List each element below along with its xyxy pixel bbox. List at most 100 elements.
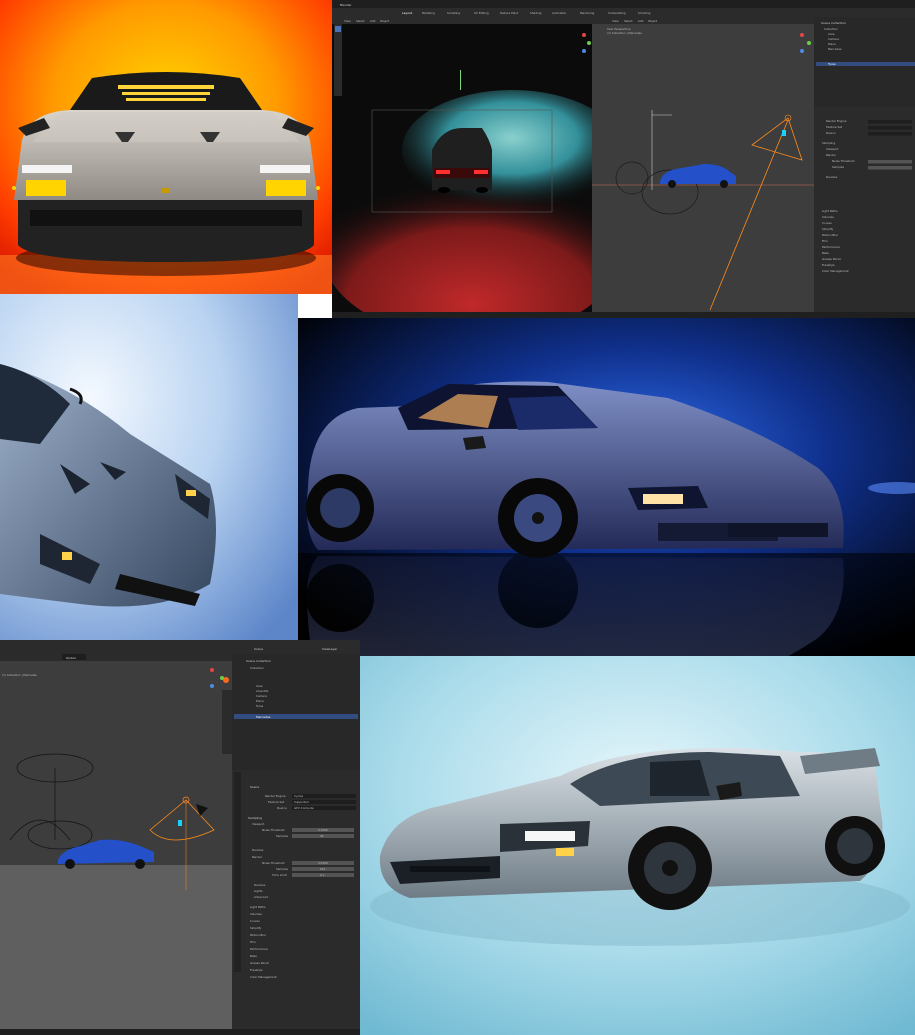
svg-text:Device: Device (277, 806, 287, 810)
svg-text:Simplify: Simplify (822, 227, 834, 231)
svg-text:0.1000: 0.1000 (318, 828, 328, 832)
render-front-orange (0, 0, 332, 294)
svg-text:Samples: Samples (276, 867, 288, 871)
svg-text:Object: Object (380, 19, 390, 23)
svg-text:Scripting: Scripting (638, 11, 651, 15)
svg-text:(1) Collection | Mercedes: (1) Collection | Mercedes (2, 673, 37, 677)
svg-text:Layout: Layout (402, 11, 413, 15)
svg-text:Samples: Samples (276, 834, 288, 838)
svg-text:Animation: Animation (552, 11, 566, 15)
svg-text:Compositing: Compositing (608, 11, 626, 15)
svg-text:Rendering: Rendering (580, 11, 595, 15)
svg-text:Plane: Plane (828, 42, 836, 46)
svg-text:Camera: Camera (256, 694, 267, 698)
svg-text:Grease Pencil: Grease Pencil (822, 257, 841, 261)
svg-text:Select: Select (624, 19, 634, 23)
svg-text:Supported: Supported (294, 800, 309, 804)
svg-text:Area: Area (256, 684, 263, 688)
blender-top-title: Blender (340, 3, 352, 7)
svg-text:Sculpting: Sculpting (447, 11, 460, 15)
svg-text:32: 32 (320, 834, 324, 838)
svg-text:Motion Blur: Motion Blur (250, 933, 267, 937)
svg-text:Color Management: Color Management (822, 269, 850, 273)
svg-text:Light Paths: Light Paths (250, 905, 266, 909)
svg-text:Advanced: Advanced (254, 895, 268, 899)
svg-text:Noise Threshold: Noise Threshold (262, 861, 285, 865)
svg-text:Device: Device (826, 131, 836, 135)
svg-text:Freestyle: Freestyle (822, 263, 835, 267)
render-side-dark (298, 318, 915, 656)
svg-text:Denoise: Denoise (254, 883, 266, 887)
svg-text:Collection: Collection (250, 666, 264, 670)
blender-window-bottom: View Select Add Object Global Scene View… (0, 640, 360, 1035)
svg-text:Plane: Plane (256, 699, 264, 703)
svg-text:Add: Add (638, 19, 644, 23)
svg-text:Time Limit: Time Limit (271, 873, 288, 877)
svg-text:Mercedes: Mercedes (256, 715, 271, 719)
render-closeup-blue (0, 294, 298, 640)
svg-text:Freestyle: Freestyle (250, 968, 263, 972)
svg-text:GPU Compute: GPU Compute (294, 806, 314, 810)
svg-text:Scene: Scene (254, 647, 263, 651)
svg-text:Volumes: Volumes (822, 215, 834, 219)
svg-text:Feature Set: Feature Set (826, 125, 843, 129)
svg-text:Film: Film (250, 940, 256, 944)
svg-text:Render Engine: Render Engine (265, 794, 286, 798)
svg-text:Feature Set: Feature Set (268, 800, 285, 804)
svg-text:Volumes: Volumes (250, 912, 262, 916)
render-side-light-image (360, 656, 915, 1035)
svg-text:Lights: Lights (254, 889, 263, 893)
svg-text:Render Engine: Render Engine (826, 119, 847, 123)
svg-text:Film: Film (822, 239, 828, 243)
svg-text:Noise Threshold: Noise Threshold (832, 159, 855, 163)
svg-text:Object: Object (648, 19, 658, 23)
svg-text:View: View (612, 19, 619, 23)
svg-text:Grease Pencil: Grease Pencil (250, 961, 269, 965)
svg-text:Samples: Samples (832, 165, 844, 169)
svg-text:Add: Add (370, 19, 376, 23)
svg-text:Motion Blur: Motion Blur (822, 233, 839, 237)
svg-text:512: 512 (320, 867, 326, 871)
blender-window-top-canvas: Blender Layout Modeling Sculpting UV Edi… (332, 0, 915, 318)
svg-text:Light Paths: Light Paths (822, 209, 838, 213)
svg-text:Tyres: Tyres (827, 62, 836, 66)
svg-text:View: View (344, 19, 351, 23)
svg-text:Noise Threshold: Noise Threshold (262, 828, 285, 832)
svg-text:Simplify: Simplify (250, 926, 262, 930)
svg-text:Scene: Scene (250, 785, 259, 789)
svg-text:0 s: 0 s (320, 873, 325, 877)
svg-text:Global: Global (66, 656, 76, 660)
svg-text:Select: Select (356, 19, 366, 23)
svg-text:Curves: Curves (822, 221, 832, 225)
svg-text:Curves: Curves (250, 919, 260, 923)
svg-text:Scene Collection: Scene Collection (821, 21, 846, 25)
svg-text:Render: Render (826, 153, 837, 157)
svg-text:Performance: Performance (822, 245, 840, 249)
svg-text:Denoise: Denoise (252, 848, 264, 852)
render-side-dark-image (298, 318, 915, 656)
svg-text:Denoise: Denoise (826, 175, 838, 179)
svg-text:Bake: Bake (822, 251, 829, 255)
svg-text:Performance: Performance (250, 947, 268, 951)
svg-text:Viewport: Viewport (826, 147, 839, 151)
svg-text:Bake: Bake (250, 954, 257, 958)
svg-text:Modeling: Modeling (422, 11, 435, 15)
svg-text:Cycles: Cycles (294, 794, 304, 798)
svg-text:(1) Collection | Mercedes: (1) Collection | Mercedes (607, 31, 642, 35)
svg-text:UV Editing: UV Editing (474, 11, 489, 15)
svg-text:Shading: Shading (530, 11, 542, 15)
svg-text:Viewport: Viewport (252, 822, 265, 826)
svg-text:Area: Area (828, 32, 835, 36)
svg-text:Tyres: Tyres (255, 704, 264, 708)
blender-window-top: Blender Layout Modeling Sculpting UV Edi… (332, 0, 915, 318)
svg-text:Mercedes: Mercedes (828, 47, 842, 51)
svg-text:Collection: Collection (824, 27, 838, 31)
svg-text:Scene Collection: Scene Collection (246, 659, 271, 663)
svg-text:Render: Render (252, 855, 263, 859)
render-front-orange-image (0, 0, 332, 294)
svg-text:ViewLayer: ViewLayer (322, 647, 338, 651)
svg-text:Camera: Camera (828, 37, 839, 41)
svg-text:Sampling: Sampling (822, 141, 835, 145)
svg-text:Area.001: Area.001 (256, 689, 269, 693)
render-closeup-blue-image (0, 294, 298, 640)
